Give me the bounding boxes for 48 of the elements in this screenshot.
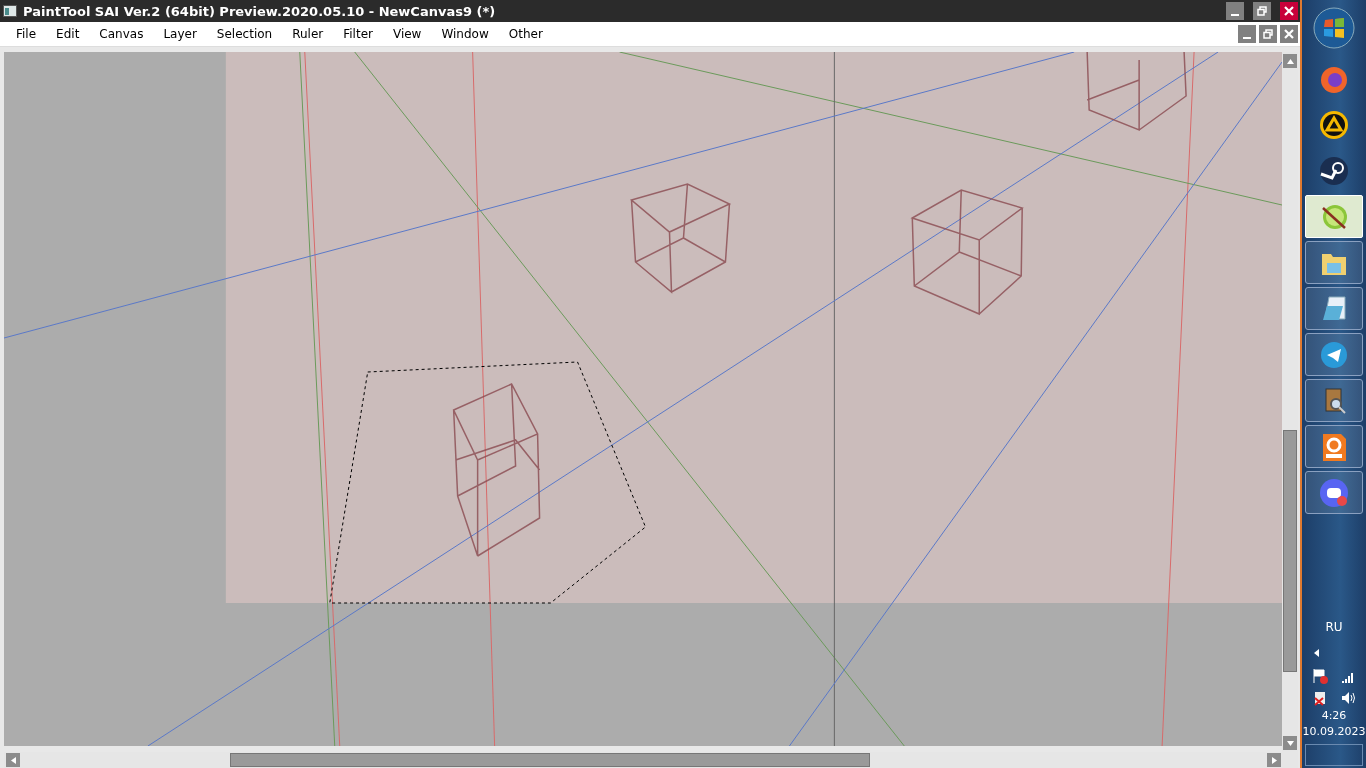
- app-icon: [3, 5, 17, 17]
- restore-button[interactable]: [1259, 25, 1277, 43]
- scroll-thumb[interactable]: [1283, 430, 1297, 672]
- window-title: PaintTool SAI Ver.2 (64bit) Preview.2020.05.10 - NewCanvas9 (*): [23, 3, 496, 19]
- left-arrow-icon: [10, 756, 16, 764]
- show-desktop-button[interactable]: [1305, 744, 1363, 766]
- scroll-thumb[interactable]: [230, 753, 870, 767]
- up-arrow-icon: [1286, 58, 1294, 64]
- menu-item[interactable]: View: [382, 25, 432, 43]
- menu-item[interactable]: File: [6, 25, 47, 43]
- close-button[interactable]: [1280, 2, 1298, 20]
- restore-icon: [1257, 6, 1267, 16]
- minimize-button[interactable]: [1226, 2, 1244, 20]
- menu-item[interactable]: Canvas: [89, 25, 154, 43]
- minimize-button[interactable]: [1238, 25, 1256, 43]
- close-button[interactable]: [1280, 25, 1298, 43]
- scroll-up-button[interactable]: [1283, 54, 1297, 68]
- speaker-icon[interactable]: [1340, 690, 1356, 706]
- restore-button[interactable]: [1253, 2, 1271, 20]
- menu-item[interactable]: Window: [431, 25, 499, 43]
- minimize-icon: [1243, 37, 1251, 39]
- minimize-icon: [1231, 14, 1239, 16]
- taskbar-button[interactable]: [1305, 471, 1363, 514]
- clock-date[interactable]: 10.09.2023: [1302, 725, 1366, 738]
- taskbar-button[interactable]: [1305, 287, 1363, 330]
- scroll-down-button[interactable]: [1283, 736, 1297, 750]
- down-arrow-icon: [1286, 740, 1294, 746]
- scroll-right-button[interactable]: [1267, 753, 1281, 767]
- vertical-scrollbar[interactable]: [1282, 52, 1298, 752]
- menu-item[interactable]: Ruler: [282, 25, 334, 43]
- menu-item[interactable]: Selection: [206, 25, 283, 43]
- paper-plane-icon: [1319, 339, 1349, 370]
- start-button[interactable]: [1312, 6, 1356, 50]
- taskbar-button[interactable]: [1305, 333, 1363, 376]
- close-icon: [1284, 29, 1294, 39]
- show-hidden-icons-icon[interactable]: [1314, 649, 1319, 657]
- clock-time[interactable]: 4:26: [1321, 709, 1347, 722]
- close-icon: [1284, 6, 1294, 16]
- flag-icon[interactable]: [1312, 668, 1328, 684]
- language-indicator[interactable]: RU: [1325, 620, 1343, 634]
- restore-icon: [1263, 29, 1273, 39]
- menu-item[interactable]: Edit: [46, 25, 90, 43]
- right-arrow-icon: [1271, 756, 1277, 764]
- menu-item[interactable]: Other: [498, 25, 553, 43]
- taskbar-button[interactable]: [1305, 425, 1363, 468]
- menu-item[interactable]: Layer: [153, 25, 207, 43]
- menu-item[interactable]: Filter: [333, 25, 383, 43]
- scroll-left-button[interactable]: [6, 753, 20, 767]
